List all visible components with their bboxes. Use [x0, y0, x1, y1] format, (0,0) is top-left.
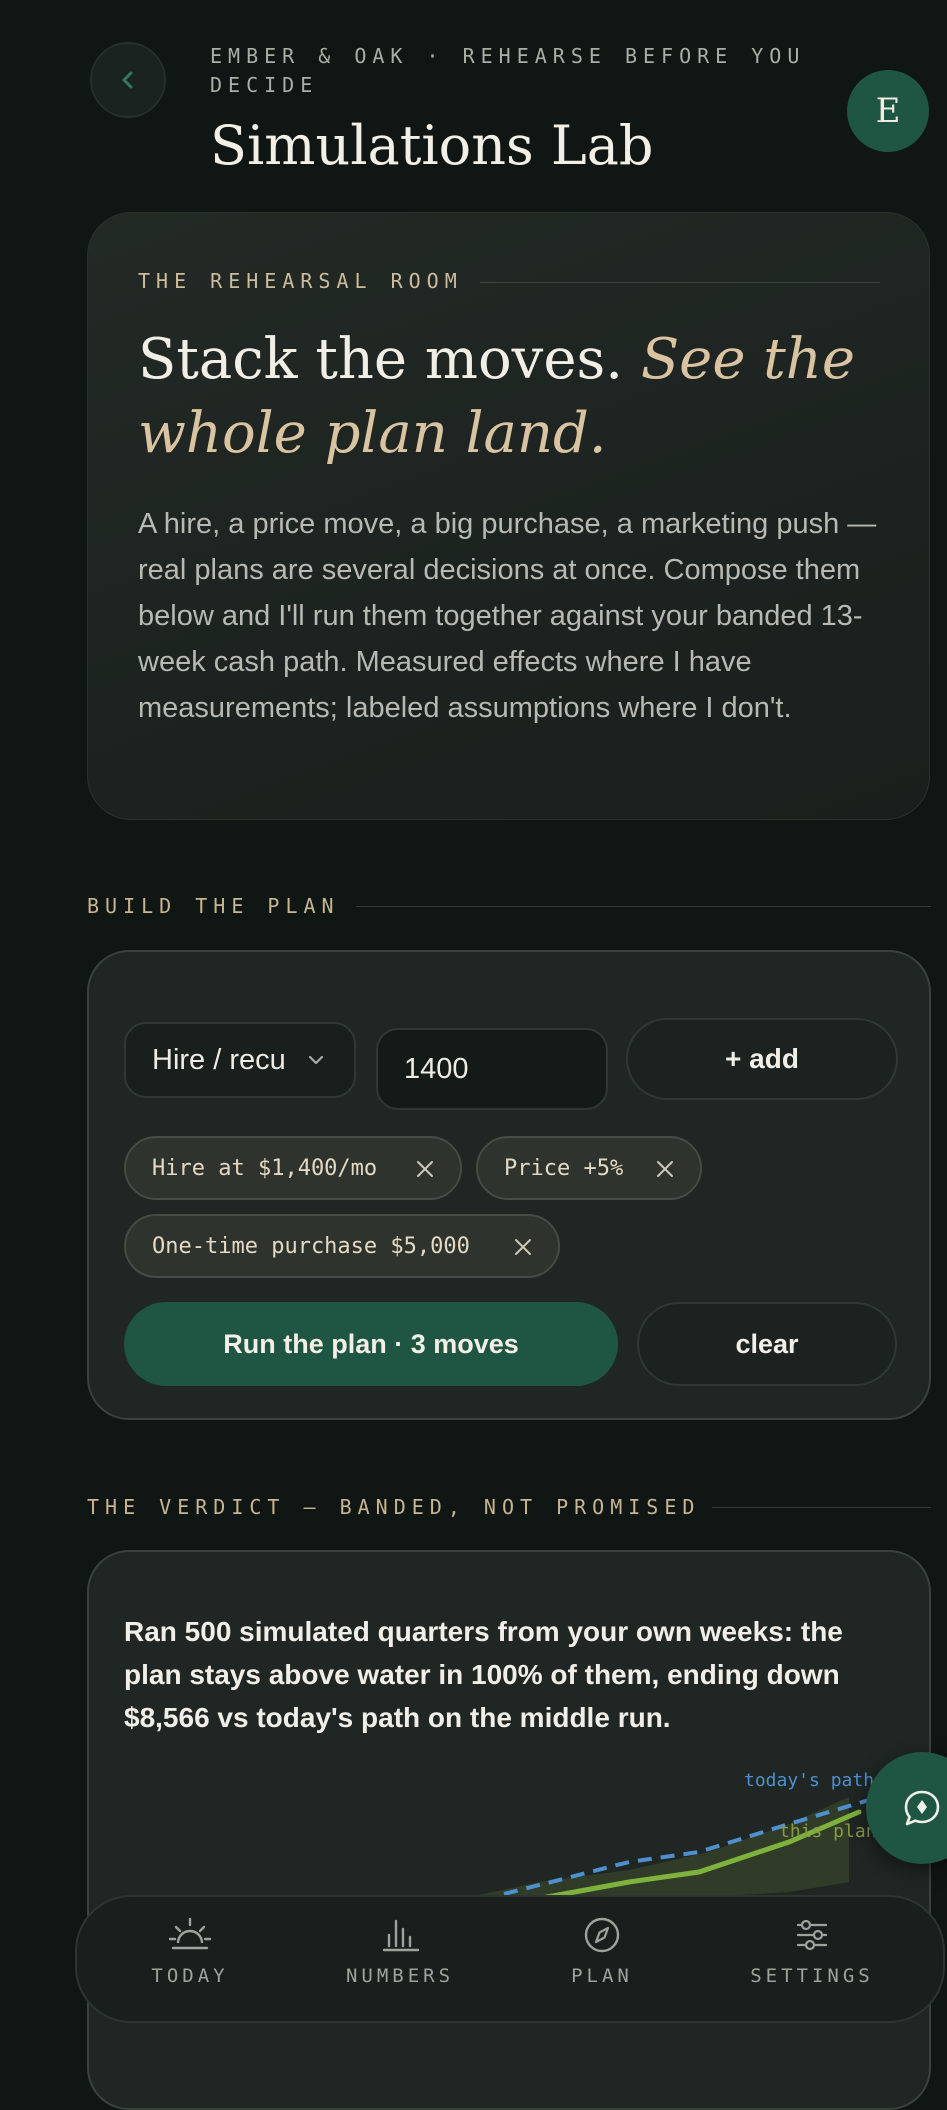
- move-type-select[interactable]: Hire / recu: [124, 1022, 356, 1098]
- close-icon[interactable]: [512, 1236, 534, 1258]
- amount-input[interactable]: [376, 1028, 608, 1110]
- hero-kicker: THE REHEARSAL ROOM: [138, 269, 463, 293]
- bottom-nav: TODAY NUMBERS PLAN SETTINGS: [75, 1895, 945, 2023]
- nav-item-settings[interactable]: SETTINGS: [727, 1915, 897, 2011]
- close-icon[interactable]: [414, 1158, 436, 1180]
- verdict-card: Ran 500 simulated quarters from your own…: [87, 1550, 931, 2110]
- app-kicker: EMBER & OAK · REHEARSE BEFORE YOU DECIDE: [210, 44, 806, 97]
- move-chip[interactable]: Price +5%: [476, 1136, 702, 1200]
- select-value: Hire / recu: [152, 1043, 286, 1076]
- section-label-build: BUILD THE PLAN: [87, 894, 340, 918]
- hero-card: THE REHEARSAL ROOM Stack the moves. See …: [87, 212, 930, 820]
- page-title: Simulations Lab: [210, 114, 654, 177]
- bar-chart-icon: [382, 1919, 420, 1952]
- build-plan-card: Hire / recu + add Hire at $1,400/mo Pric…: [87, 950, 931, 1420]
- chip-label: Price +5%: [504, 1155, 624, 1181]
- nav-label: PLAN: [571, 1965, 633, 1987]
- nav-label: NUMBERS: [345, 1965, 455, 1987]
- add-move-button[interactable]: + add: [626, 1018, 898, 1100]
- chevron-down-icon: [308, 1055, 324, 1065]
- nav-label: TODAY: [151, 1965, 229, 1987]
- hero-body: A hire, a price move, a big purchase, a …: [138, 508, 877, 724]
- legend-today: today's path: [744, 1770, 874, 1791]
- chat-bubble-icon: [904, 1790, 940, 1826]
- cash-path-chart: today's path this plan: [469, 1770, 880, 1914]
- divider: [480, 282, 880, 283]
- run-plan-button[interactable]: Run the plan · 3 moves: [124, 1302, 618, 1386]
- section-label-verdict: THE VERDICT — BANDED, NOT PROMISED: [87, 1495, 701, 1519]
- legend-plan: this plan: [779, 1821, 877, 1842]
- chevron-left-icon: [122, 71, 133, 89]
- nav-label: SETTINGS: [750, 1965, 874, 1987]
- hero-headline: Stack the moves. See the whole plan land…: [138, 323, 898, 471]
- chip-label: One-time purchase $5,000: [152, 1233, 470, 1259]
- nav-item-today[interactable]: TODAY: [105, 1915, 275, 2011]
- compass-icon: [584, 1917, 620, 1953]
- nav-item-plan[interactable]: PLAN: [517, 1915, 687, 2011]
- clear-button[interactable]: clear: [637, 1302, 897, 1386]
- divider: [712, 1507, 931, 1508]
- divider: [356, 906, 931, 907]
- sunrise-icon: [168, 1917, 212, 1950]
- chip-label: Hire at $1,400/mo: [152, 1155, 378, 1181]
- nav-item-numbers[interactable]: NUMBERS: [315, 1915, 485, 2011]
- avatar[interactable]: E: [847, 70, 929, 152]
- move-chip[interactable]: One-time purchase $5,000: [124, 1214, 560, 1278]
- headline-plain: Stack the moves.: [138, 327, 623, 392]
- close-icon[interactable]: [654, 1158, 676, 1180]
- back-button[interactable]: [90, 42, 166, 118]
- move-chip[interactable]: Hire at $1,400/mo: [124, 1136, 462, 1200]
- sliders-icon: [796, 1919, 828, 1951]
